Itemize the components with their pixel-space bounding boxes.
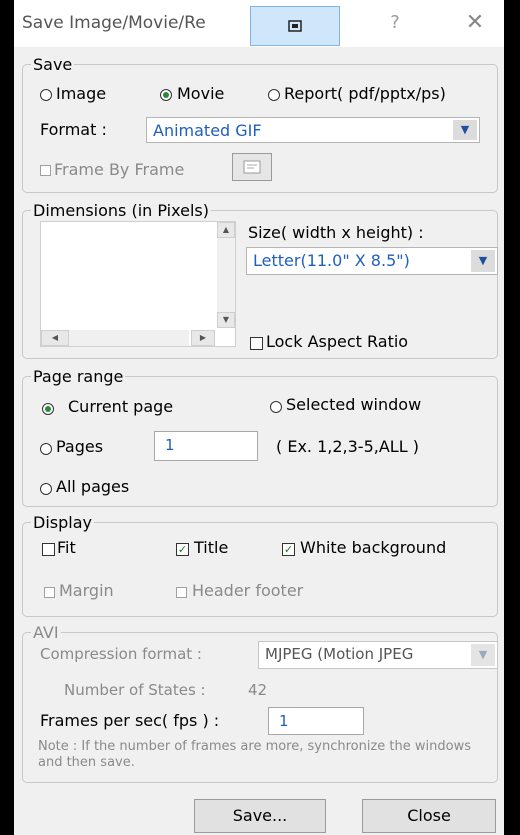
close-icon: ✕ xyxy=(465,10,485,35)
format-label: Format : xyxy=(40,120,107,139)
save-button[interactable]: Save... xyxy=(194,799,326,833)
all-pages-radio[interactable] xyxy=(40,483,52,495)
pages-hint: ( Ex. 1,2,3-5,ALL ) xyxy=(276,437,419,456)
report-radio[interactable] xyxy=(268,89,280,101)
frame-by-frame-label: Frame By Frame xyxy=(54,160,185,179)
current-page-label[interactable]: Current page xyxy=(68,397,173,416)
vertical-scrollbar-track[interactable] xyxy=(217,238,235,312)
white-background-label[interactable]: White background xyxy=(300,538,446,557)
fps-value: 1 xyxy=(279,712,289,730)
save-legend: Save xyxy=(33,55,73,74)
current-page-radio[interactable] xyxy=(42,403,54,415)
pages-input[interactable]: 1 xyxy=(154,431,258,461)
margin-label: Margin xyxy=(59,581,114,600)
selected-window-label[interactable]: Selected window xyxy=(286,395,421,414)
frame-settings-icon xyxy=(243,160,261,174)
scroll-right-button[interactable]: ▶ xyxy=(191,330,215,346)
margin-checkbox[interactable] xyxy=(44,587,55,598)
page-range-legend: Page range xyxy=(33,367,124,386)
chevron-down-icon[interactable]: ▼ xyxy=(471,644,495,666)
close-button[interactable]: ✕ xyxy=(460,8,490,38)
fit-checkbox[interactable] xyxy=(42,543,55,556)
avi-note: Note : If the number of frames are more,… xyxy=(38,739,471,770)
fps-label: Frames per sec( fps ) : xyxy=(40,711,220,730)
frame-settings-button[interactable] xyxy=(232,153,272,181)
window-title: Save Image/Movie/Re xyxy=(22,13,206,33)
help-icon: ? xyxy=(390,12,400,33)
scroll-down-button[interactable]: ▼ xyxy=(217,312,235,328)
lock-aspect-label[interactable]: Lock Aspect Ratio xyxy=(266,332,408,351)
title-label[interactable]: Title xyxy=(194,538,228,557)
window-border-right xyxy=(504,0,520,835)
avi-legend: AVI xyxy=(33,623,59,642)
compression-format-select[interactable]: MJPEG (Motion JPEG ▼ xyxy=(258,641,498,669)
pages-input-value: 1 xyxy=(165,436,175,454)
report-radio-label[interactable]: Report( pdf/pptx/ps) xyxy=(284,84,446,103)
all-pages-label[interactable]: All pages xyxy=(56,477,129,496)
white-background-checkbox[interactable]: ✓ xyxy=(282,543,295,556)
display-group: Display xyxy=(22,513,498,617)
horizontal-scrollbar-track[interactable] xyxy=(69,330,189,346)
compression-format-value: MJPEG (Motion JPEG xyxy=(265,645,414,663)
header-footer-label: Header footer xyxy=(192,581,304,600)
format-value: Animated GIF xyxy=(153,121,262,140)
dimensions-legend: Dimensions (in Pixels) xyxy=(33,201,209,220)
image-radio[interactable] xyxy=(40,89,52,101)
number-of-states-label: Number of States : xyxy=(64,681,206,699)
fps-input[interactable]: 1 xyxy=(268,707,364,735)
compression-format-label: Compression format : xyxy=(40,645,202,663)
size-select[interactable]: Letter(11.0" X 8.5") ▼ xyxy=(246,247,498,275)
restore-icon xyxy=(288,20,302,32)
chevron-down-icon[interactable]: ▼ xyxy=(453,120,477,140)
lock-aspect-checkbox[interactable] xyxy=(250,337,263,350)
size-label: Size( width x height) : xyxy=(248,223,424,242)
fit-label[interactable]: Fit xyxy=(57,538,76,557)
chevron-down-icon[interactable]: ▼ xyxy=(471,250,495,272)
format-select[interactable]: Animated GIF ▼ xyxy=(146,117,480,143)
movie-radio[interactable] xyxy=(160,89,172,101)
window-border-left xyxy=(0,0,14,835)
header-footer-checkbox[interactable] xyxy=(176,587,187,598)
image-radio-label[interactable]: Image xyxy=(56,84,106,103)
selected-window-radio[interactable] xyxy=(270,401,282,413)
scroll-up-button[interactable]: ▲ xyxy=(217,222,235,238)
scroll-left-button[interactable]: ◀ xyxy=(41,330,69,346)
size-value: Letter(11.0" X 8.5") xyxy=(253,251,410,270)
frame-by-frame-checkbox[interactable] xyxy=(40,165,51,176)
restore-button[interactable] xyxy=(250,6,340,46)
number-of-states-value: 42 xyxy=(248,681,268,699)
close-dialog-button[interactable]: Close xyxy=(362,799,496,833)
pages-radio[interactable] xyxy=(40,443,52,455)
dialog-body: Save Image Movie Report( pdf/pptx/ps) Fo… xyxy=(14,47,504,835)
title-checkbox[interactable]: ✓ xyxy=(176,543,189,556)
help-button[interactable]: ? xyxy=(380,8,410,38)
dimensions-list[interactable]: ▲ ▼ ◀ ▶ xyxy=(40,221,236,347)
display-legend: Display xyxy=(33,513,92,532)
movie-radio-label[interactable]: Movie xyxy=(177,84,224,103)
pages-label[interactable]: Pages xyxy=(56,437,103,456)
